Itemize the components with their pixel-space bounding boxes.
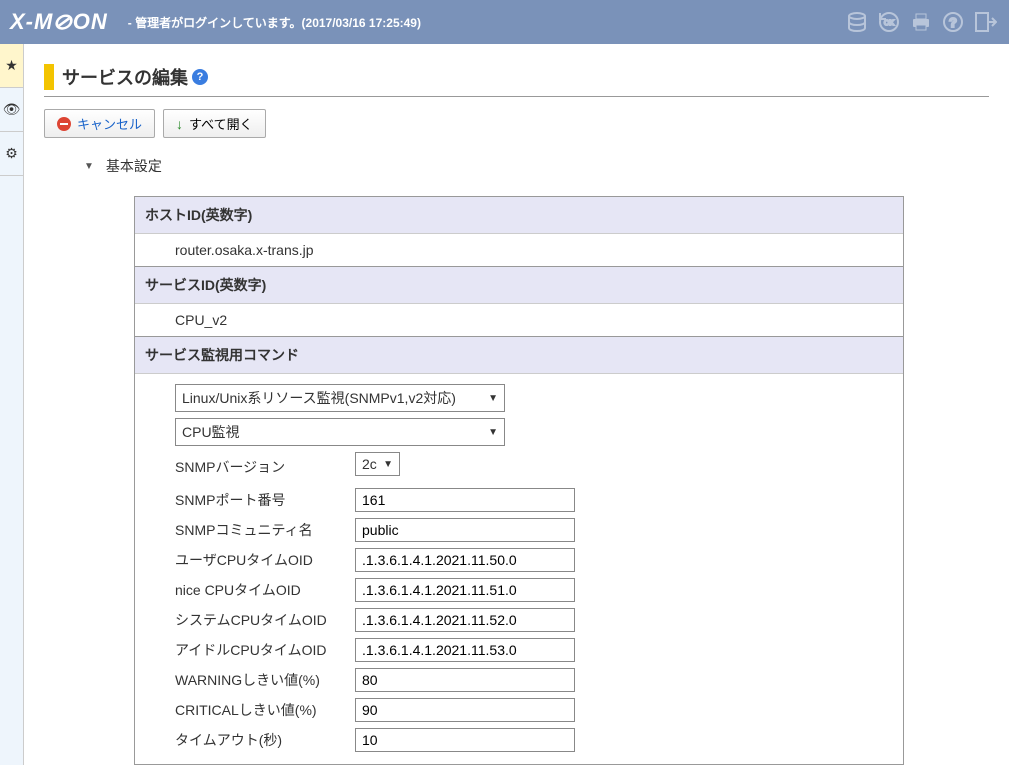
- side-tab-gear[interactable]: ⚙: [0, 132, 23, 176]
- host-id-value: router.osaka.x-trans.jp: [135, 234, 903, 266]
- command-label: サービス監視用コマンド: [135, 337, 903, 374]
- title-accent-bar: [44, 64, 54, 90]
- timeout-input[interactable]: [355, 728, 575, 752]
- form-table: ホストID(英数字) router.osaka.x-trans.jp サービスI…: [134, 196, 904, 765]
- star-icon: ★: [5, 57, 18, 74]
- nice-cpu-oid-input[interactable]: [355, 578, 575, 602]
- critical-threshold-input[interactable]: [355, 698, 575, 722]
- refresh-ok-icon[interactable]: OK: [875, 8, 903, 36]
- warning-threshold-input[interactable]: [355, 668, 575, 692]
- command-type-value: CPU監視: [182, 422, 240, 442]
- warning-threshold-label: WARNINGしきい値(%): [175, 670, 355, 690]
- user-cpu-oid-label: ユーザCPUタイムOID: [175, 550, 355, 570]
- snmp-version-value: 2c: [362, 456, 377, 472]
- snmp-port-label: SNMPポート番号: [175, 490, 355, 510]
- critical-threshold-label: CRITICALしきい値(%): [175, 700, 355, 720]
- snmp-port-input[interactable]: [355, 488, 575, 512]
- snmp-community-input[interactable]: [355, 518, 575, 542]
- command-category-value: Linux/Unix系リソース監視(SNMPv1,v2対応): [182, 388, 456, 408]
- expand-all-label: すべて開く: [189, 114, 253, 133]
- login-info: - 管理者がログインしています。(2017/03/16 17:25:49): [128, 14, 421, 31]
- logo: X-M⊘ON: [10, 9, 108, 35]
- svg-text:OK: OK: [884, 20, 894, 27]
- timeout-label: タイムアウト(秒): [175, 730, 355, 750]
- caret-down-icon: ▼: [383, 459, 393, 470]
- print-icon[interactable]: [907, 8, 935, 36]
- logout-icon[interactable]: [971, 8, 999, 36]
- side-tabs: ★ 👁 ⚙: [0, 44, 24, 765]
- command-category-select[interactable]: Linux/Unix系リソース監視(SNMPv1,v2対応) ▼: [175, 384, 505, 412]
- gear-icon: ⚙: [5, 145, 18, 162]
- page-title: サービスの編集: [62, 64, 188, 90]
- app-header: X-M⊘ON - 管理者がログインしています。(2017/03/16 17:25…: [0, 0, 1009, 44]
- collapse-triangle-icon: ▼: [84, 161, 94, 172]
- cancel-button[interactable]: キャンセル: [44, 109, 155, 138]
- caret-down-icon: ▼: [488, 393, 498, 404]
- service-id-value: CPU_v2: [135, 304, 903, 336]
- eye-icon: 👁: [3, 101, 21, 118]
- header-toolbar: OK ?: [843, 8, 999, 36]
- service-id-label: サービスID(英数字): [135, 267, 903, 304]
- caret-down-icon: ▼: [488, 427, 498, 438]
- section-basic-header[interactable]: ▼ 基本設定: [84, 156, 989, 176]
- expand-down-icon: ↓: [176, 116, 183, 132]
- svg-text:?: ?: [949, 15, 957, 30]
- cancel-icon: [57, 117, 71, 131]
- snmp-version-select[interactable]: 2c ▼: [355, 452, 400, 476]
- toolbar: キャンセル ↓ すべて開く: [44, 109, 989, 138]
- page-help-icon[interactable]: ?: [192, 69, 208, 85]
- snmp-community-label: SNMPコミュニティ名: [175, 520, 355, 540]
- user-cpu-oid-input[interactable]: [355, 548, 575, 572]
- expand-all-button[interactable]: ↓ すべて開く: [163, 109, 266, 138]
- system-cpu-oid-label: システムCPUタイムOID: [175, 610, 355, 630]
- snmp-version-label: SNMPバージョン: [175, 457, 355, 477]
- page-title-row: サービスの編集 ?: [44, 64, 989, 97]
- section-basic-title: 基本設定: [106, 156, 162, 176]
- cancel-button-label: キャンセル: [77, 114, 142, 133]
- system-cpu-oid-input[interactable]: [355, 608, 575, 632]
- database-icon[interactable]: [843, 8, 871, 36]
- idle-cpu-oid-input[interactable]: [355, 638, 575, 662]
- nice-cpu-oid-label: nice CPUタイムOID: [175, 580, 355, 600]
- host-id-label: ホストID(英数字): [135, 197, 903, 234]
- command-type-select[interactable]: CPU監視 ▼: [175, 418, 505, 446]
- idle-cpu-oid-label: アイドルCPUタイムOID: [175, 640, 355, 660]
- help-icon[interactable]: ?: [939, 8, 967, 36]
- side-tab-eye[interactable]: 👁: [0, 88, 23, 132]
- side-tab-star[interactable]: ★: [0, 44, 23, 88]
